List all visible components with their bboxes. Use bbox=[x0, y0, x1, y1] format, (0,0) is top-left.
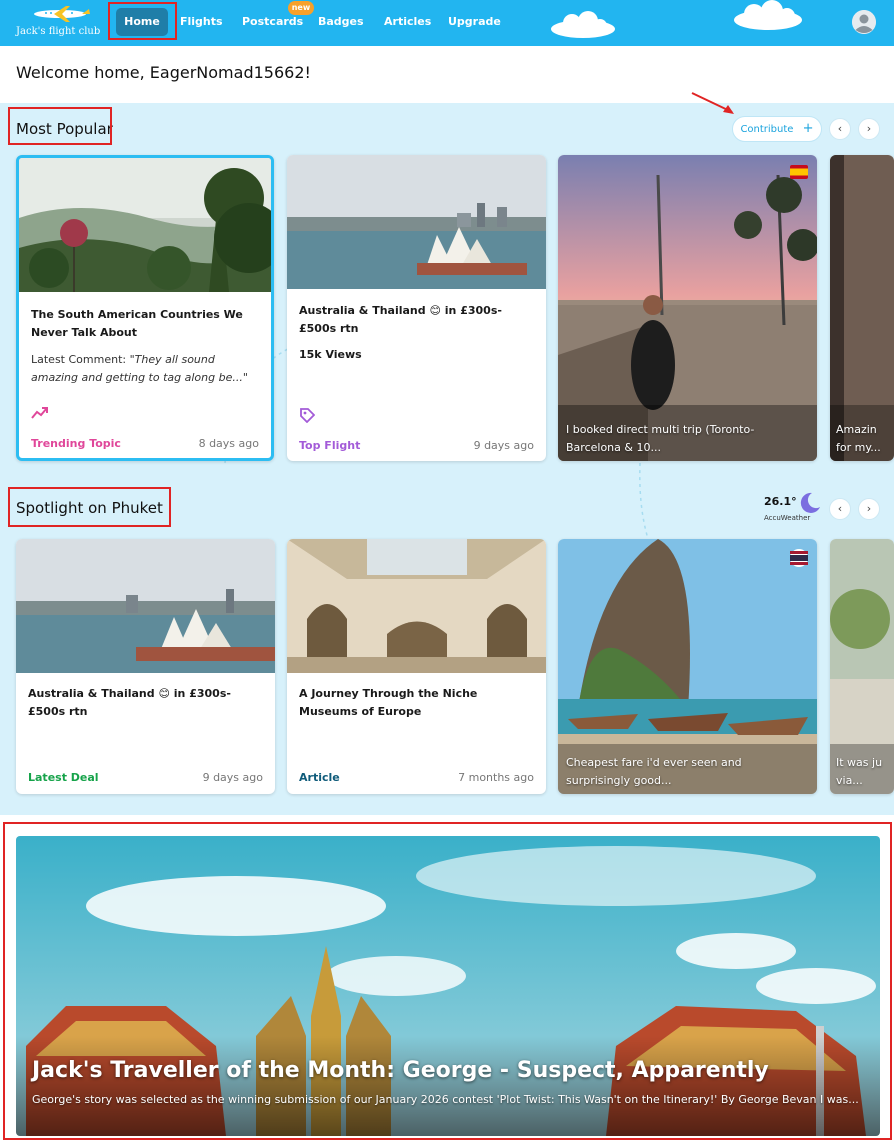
weather-temperature: 26.1° bbox=[764, 495, 797, 508]
card-time: 9 days ago bbox=[473, 439, 534, 452]
logo-text: Jack's flight club bbox=[16, 26, 101, 37]
sydney-opera-house-image bbox=[16, 539, 275, 673]
card-title: The South American Countries We Never Ta… bbox=[31, 308, 243, 339]
spain-flag-icon bbox=[790, 165, 808, 179]
plus-icon: + bbox=[802, 121, 814, 136]
highlight-box-home bbox=[108, 2, 177, 40]
welcome-message: Welcome home, EagerNomad15662! bbox=[16, 63, 311, 82]
chevron-right-icon: › bbox=[866, 122, 872, 135]
price-tag-icon bbox=[300, 408, 315, 423]
barcelona-beach-photo bbox=[558, 155, 817, 461]
card-niche-museums-article[interactable]: A Journey Through the Niche Museums of E… bbox=[287, 539, 546, 794]
most-popular-prev-button[interactable]: ‹ bbox=[829, 118, 851, 140]
cloud-decoration-icon bbox=[734, 0, 802, 30]
highlight-box-banner bbox=[3, 822, 892, 1140]
highlight-box-most-popular bbox=[8, 107, 112, 145]
card-south-american-countries[interactable]: The South American Countries We Never Ta… bbox=[16, 155, 274, 461]
card-time: 8 days ago bbox=[198, 437, 259, 450]
thailand-flag-icon bbox=[790, 549, 808, 567]
chevron-left-icon: ‹ bbox=[837, 502, 843, 515]
nav-postcards[interactable]: Postcards bbox=[242, 8, 303, 36]
most-popular-next-button[interactable]: › bbox=[858, 118, 880, 140]
card-partial-amazing[interactable]: Amazin for my... bbox=[830, 155, 894, 461]
card-overlay-text: Amazin for my... bbox=[836, 423, 881, 454]
spotlight-next-button[interactable]: › bbox=[858, 498, 880, 520]
card-overlay-text: I booked direct multi trip (Toronto-Barc… bbox=[566, 423, 755, 454]
site-logo[interactable]: Jack's flight club bbox=[16, 4, 100, 42]
sydney-opera-house-image bbox=[287, 155, 546, 289]
latest-comment-prefix: Latest Comment: bbox=[31, 353, 130, 366]
latest-comment: Latest Comment: "They all sound amazing … bbox=[31, 351, 259, 387]
nav-badges[interactable]: Badges bbox=[318, 8, 364, 36]
nav-articles[interactable]: Articles bbox=[384, 8, 431, 36]
user-icon bbox=[852, 10, 876, 34]
card-title: Australia & Thailand 😊 in £300s-£500s rt… bbox=[28, 687, 231, 718]
card-title: A Journey Through the Niche Museums of E… bbox=[299, 687, 478, 718]
user-avatar[interactable] bbox=[852, 10, 876, 34]
card-overlay-text: It was ju via... bbox=[836, 756, 883, 787]
moon-weather-icon bbox=[800, 492, 820, 513]
red-arrow-annotation bbox=[691, 92, 734, 114]
card-partial-it-was[interactable]: It was ju via... bbox=[830, 539, 894, 794]
card-time: 7 months ago bbox=[458, 771, 534, 784]
museum-ceiling-image bbox=[287, 539, 546, 673]
cloud-decoration-icon bbox=[551, 11, 615, 38]
contribute-button[interactable]: Contribute + bbox=[732, 116, 822, 142]
highlight-box-spotlight bbox=[8, 487, 171, 527]
chevron-left-icon: ‹ bbox=[837, 122, 843, 135]
card-australia-thailand-deal[interactable]: Australia & Thailand 😊 in £300s-£500s rt… bbox=[16, 539, 275, 794]
spotlight-prev-button[interactable]: ‹ bbox=[829, 498, 851, 520]
partial-photo bbox=[830, 155, 894, 461]
card-australia-thailand-flight[interactable]: Australia & Thailand 😊 in £300s-£500s rt… bbox=[287, 155, 546, 461]
card-tag-top-flight: Top Flight bbox=[299, 439, 361, 452]
card-title: Australia & Thailand 😊 in £300s-£500s rt… bbox=[299, 304, 502, 335]
contribute-label: Contribute bbox=[740, 124, 794, 135]
jungle-landscape-image bbox=[19, 158, 271, 292]
card-views: 15k Views bbox=[299, 348, 362, 361]
nav-flights[interactable]: Flights bbox=[180, 8, 223, 36]
card-time: 9 days ago bbox=[202, 771, 263, 784]
nav-upgrade[interactable]: Upgrade bbox=[448, 8, 501, 36]
card-tag-article: Article bbox=[299, 771, 340, 784]
card-barcelona-multi-trip[interactable]: I booked direct multi trip (Toronto-Barc… bbox=[558, 155, 817, 461]
card-overlay-text: Cheapest fare i'd ever seen and surprisi… bbox=[566, 756, 742, 787]
chevron-right-icon: › bbox=[866, 502, 872, 515]
new-badge: new bbox=[288, 1, 314, 15]
card-cheapest-fare[interactable]: Cheapest fare i'd ever seen and surprisi… bbox=[558, 539, 817, 794]
trending-up-icon bbox=[31, 407, 48, 419]
airplane-logo-icon bbox=[34, 6, 90, 22]
weather-brand: AccuWeather bbox=[764, 514, 811, 522]
card-tag-latest-deal: Latest Deal bbox=[28, 771, 99, 784]
card-tag-trending-topic: Trending Topic bbox=[31, 437, 121, 450]
